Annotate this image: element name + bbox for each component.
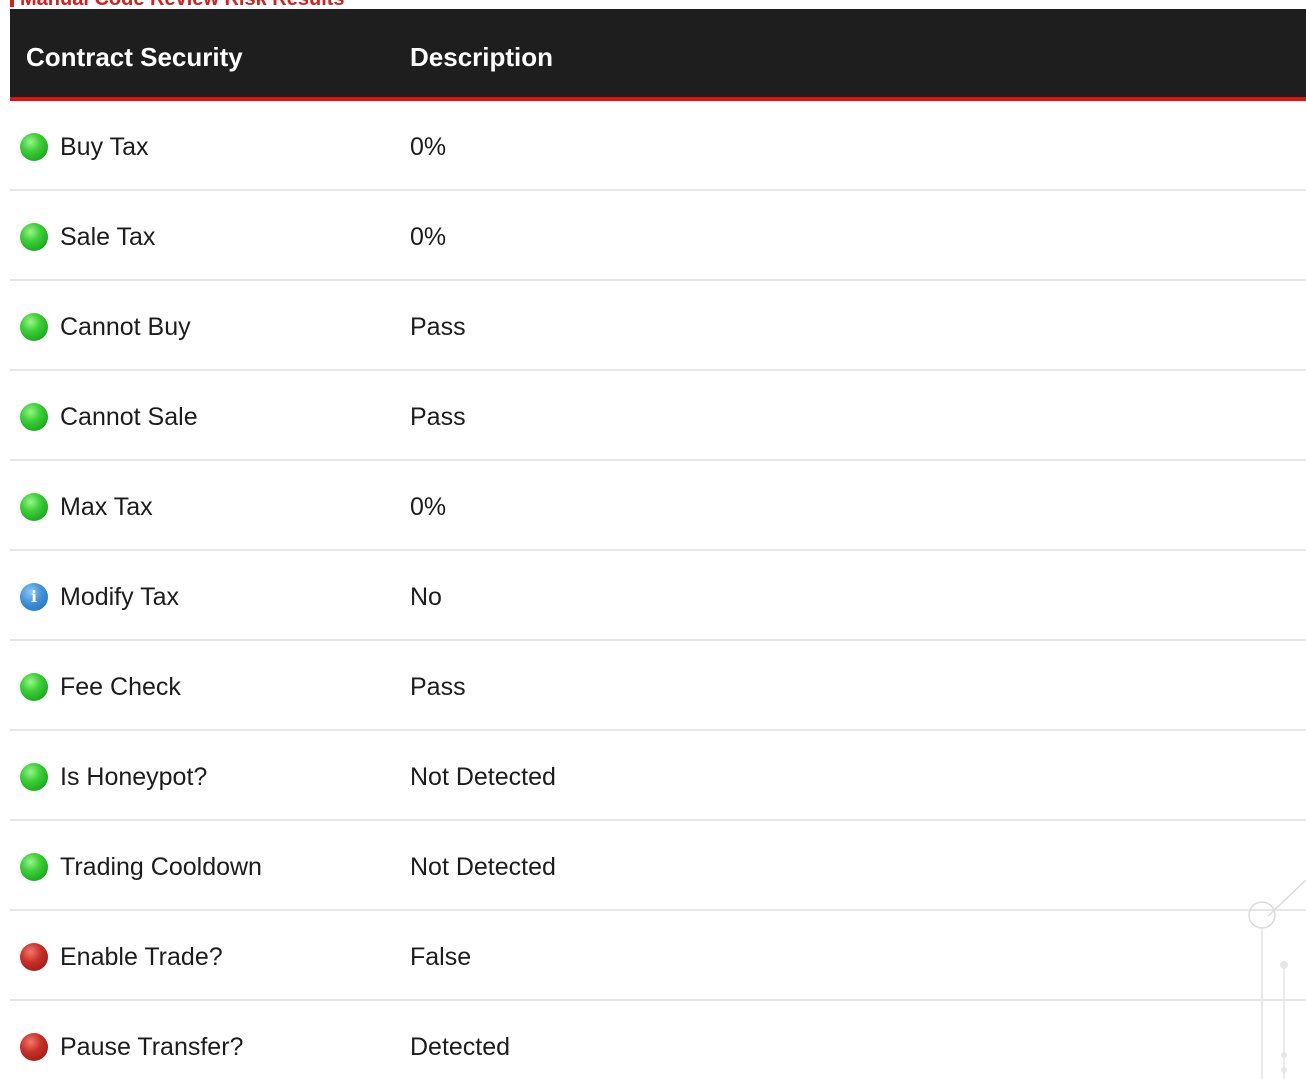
row-check-result: Detected [410,1033,511,1061]
table-row: Sale Tax 0% [10,191,1306,281]
row-check-result: Pass [410,673,466,701]
info-icon: i [20,583,48,611]
green-check-dot-icon [20,223,48,251]
row-check-name: Buy Tax [60,133,149,161]
red-alert-dot-icon [20,943,48,971]
section-title: Manual Code Review Risk Results [10,0,345,9]
row-check-result: False [410,943,472,971]
table-row: Pause Transfer? Detected [10,1001,1306,1079]
red-alert-dot-icon [20,1033,48,1061]
row-check-name: Cannot Sale [60,403,198,431]
row-check-result: Pass [410,313,466,341]
table-row: Max Tax 0% [10,461,1306,551]
row-check-name: Sale Tax [60,223,156,251]
row-check-name: Enable Trade? [60,943,223,971]
green-check-dot-icon [20,673,48,701]
risk-results-table: Contract Security Description Buy Tax 0% S… [10,9,1306,1079]
green-check-dot-icon [20,853,48,881]
row-check-name: Fee Check [60,673,181,701]
row-check-name: Max Tax [60,493,153,521]
green-check-dot-icon [20,493,48,521]
header-contract-security: Contract Security [26,42,243,72]
table-row: Enable Trade? False [10,911,1306,1001]
table-row: Is Honeypot? Not Detected [10,731,1306,821]
header-description: Description [410,42,554,72]
row-check-result: 0% [410,133,447,161]
table-row: Trading Cooldown Not Detected [10,821,1306,911]
table-body: Buy Tax 0% Sale Tax 0% Cannot Buy Pass Cannot … [10,101,1306,1079]
green-check-dot-icon [20,313,48,341]
row-check-result: Not Detected [410,853,556,881]
row-check-result: 0% [410,223,447,251]
green-check-dot-icon [20,133,48,161]
table-row: Buy Tax 0% [10,101,1306,191]
row-check-result: Not Detected [410,763,556,791]
table-row: Fee Check Pass [10,641,1306,731]
green-check-dot-icon [20,403,48,431]
page: Manual Code Review Risk Results Contract… [0,0,1306,1079]
green-check-dot-icon [20,763,48,791]
table-row: i Modify Tax No [10,551,1306,641]
row-check-name: Modify Tax [60,583,180,611]
row-check-name: Trading Cooldown [60,853,262,881]
table-header: Contract Security Description [10,9,1306,101]
row-check-result: No [410,583,442,611]
table-row: Cannot Buy Pass [10,281,1306,371]
table-row: Cannot Sale Pass [10,371,1306,461]
row-check-name: Is Honeypot? [60,763,208,791]
row-check-name: Pause Transfer? [60,1033,244,1061]
section-title-marker [10,0,14,7]
row-check-name: Cannot Buy [60,313,191,341]
row-check-result: 0% [410,493,447,521]
row-check-result: Pass [410,403,466,431]
